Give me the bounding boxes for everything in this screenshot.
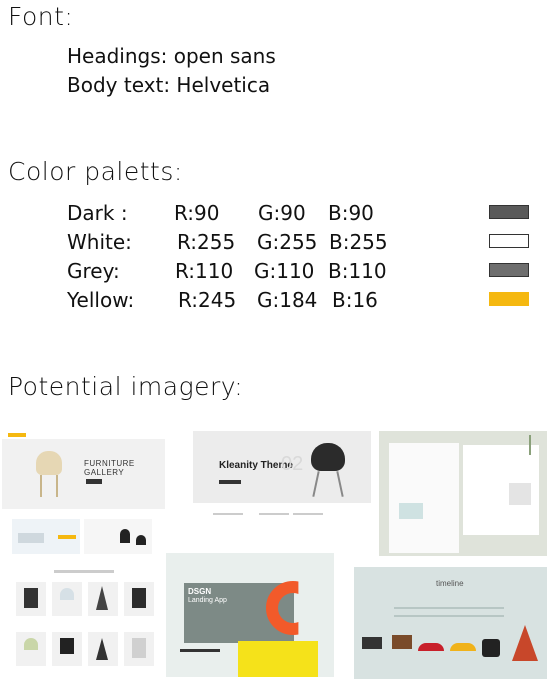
dsgn-subtitle: Landing App: [188, 597, 227, 604]
color-b: B:16: [332, 288, 378, 312]
color-b: B:255: [329, 230, 388, 254]
product-grid-image: [12, 566, 154, 679]
font-heading: Font:: [8, 2, 74, 31]
grey-swatch: [489, 263, 529, 277]
color-g: G:184: [257, 288, 318, 312]
color-b: B:110: [328, 259, 387, 283]
palette-row-dark: Dark : R:90 G:90 B:90: [67, 201, 537, 225]
palette-row-white: White: R:255 G:255 B:255: [67, 230, 537, 254]
imagery-heading: Potential imagery:: [8, 372, 244, 401]
yellow-swatch: [489, 292, 529, 306]
timeline-title: timeline: [436, 579, 464, 588]
kleanity-theme-image: Kleanity Theme 02: [193, 431, 371, 543]
furniture-gallery-title: FURNITURE GALLERY: [84, 459, 135, 477]
color-r: R:245: [178, 288, 237, 312]
palette-heading: Color paletts:: [8, 157, 183, 186]
color-r: R:110: [175, 259, 234, 283]
color-r: R:255: [177, 230, 236, 254]
kleanity-number: 02: [281, 453, 304, 475]
color-name: Yellow:: [67, 288, 135, 312]
color-b: B:90: [328, 201, 374, 225]
color-name: Grey:: [67, 259, 120, 283]
color-g: G:90: [258, 201, 306, 225]
furniture-tiles-image: [12, 519, 152, 554]
headings-font-line: Headings: open sans: [67, 44, 276, 68]
color-r: R:90: [174, 201, 220, 225]
dsgn-title: DSGN: [188, 587, 212, 596]
timeline-chairs-image: timeline: [354, 567, 547, 679]
minimal-site-image: [379, 431, 547, 556]
dsgn-landing-image: DSGN Landing App: [166, 553, 334, 677]
color-name: Dark :: [67, 201, 128, 225]
palette-row-yellow: Yellow: R:245 G:184 B:16: [67, 288, 537, 312]
color-name: White:: [67, 230, 132, 254]
body-font-line: Body text: Helvetica: [67, 73, 271, 97]
color-g: G:255: [257, 230, 318, 254]
white-swatch: [489, 234, 529, 248]
dark-swatch: [489, 205, 529, 219]
color-g: G:110: [254, 259, 315, 283]
furniture-gallery-image: FURNITURE GALLERY: [2, 431, 165, 509]
palette-row-grey: Grey: R:110 G:110 B:110: [67, 259, 537, 283]
